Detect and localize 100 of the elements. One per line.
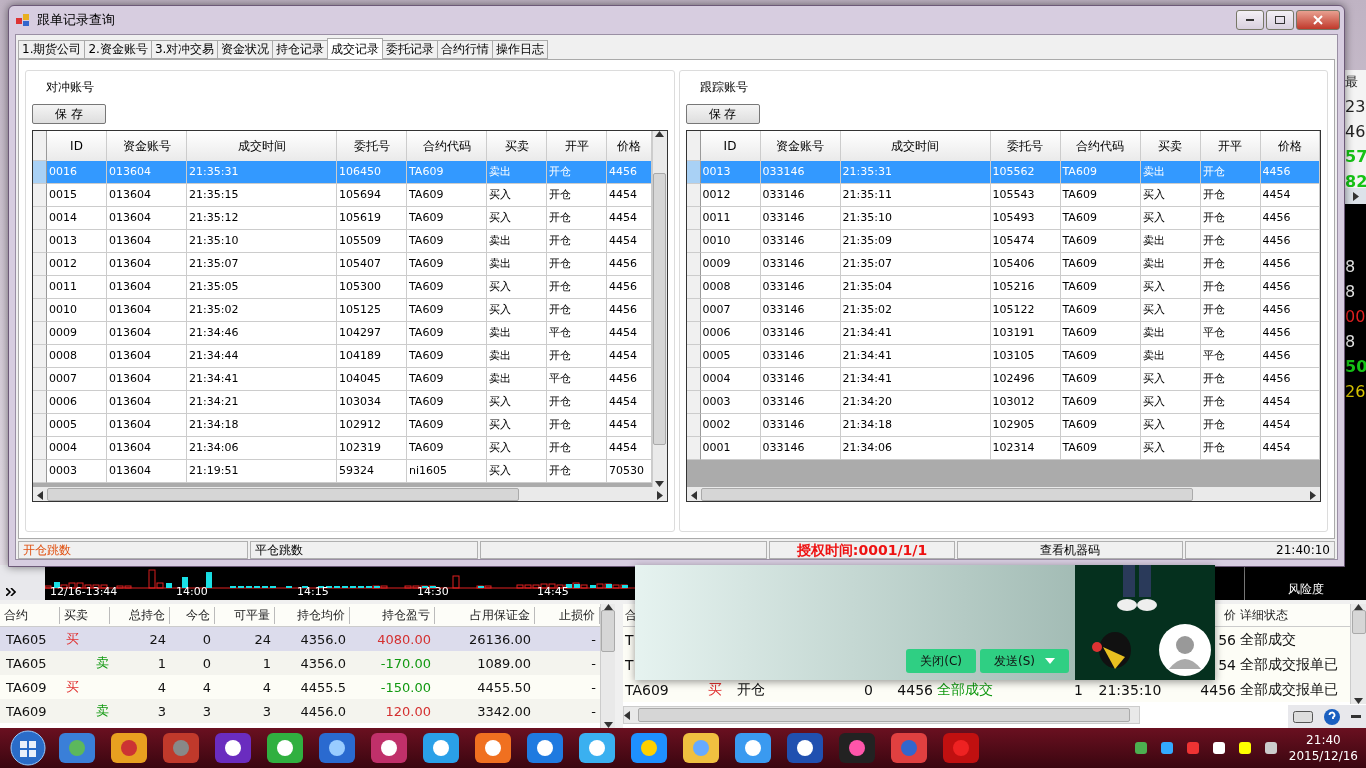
column-header[interactable]: 合约	[0, 606, 60, 624]
grid-row[interactable]: 0007 013604 21:34:41 104045 TA609 卖出 平仓 4456	[33, 368, 652, 391]
tray-icon[interactable]	[1236, 740, 1253, 756]
row-header[interactable]	[686, 368, 701, 391]
position-row[interactable]: TA605 买 24 0 24 4356.0 4080.00 26136.00 -	[0, 627, 600, 651]
grid-row[interactable]: 0012 013604 21:35:07 105407 TA609 卖出 开仓 4456	[33, 253, 652, 276]
grid-row[interactable]: 0010 033146 21:35:09 105474 TA609 卖出 开仓 4456	[686, 230, 1320, 253]
scroll-thumb[interactable]	[601, 610, 615, 652]
save-button[interactable]: 保 存	[685, 104, 760, 124]
column-header[interactable]: 价	[1222, 606, 1238, 624]
column-header[interactable]: 可平量	[215, 606, 275, 624]
scroll-right-icon[interactable]	[1352, 191, 1359, 201]
tab[interactable]: 合约行情	[437, 40, 494, 59]
scroll-left-icon[interactable]	[690, 490, 697, 500]
column-header[interactable]: 占用保证金	[435, 606, 535, 624]
group-label: 跟踪账号	[698, 79, 749, 96]
tab[interactable]: 持仓记录	[272, 40, 329, 59]
column-header[interactable]: 买卖	[60, 606, 110, 624]
close-button[interactable]: 关闭(C)	[906, 649, 976, 673]
tab[interactable]: 2.资金账号	[84, 40, 152, 59]
grid-row[interactable]: 0006 033146 21:34:41 103191 TA609 卖出 平仓 4456	[686, 322, 1320, 345]
grid-row[interactable]: 0013 013604 21:35:10 105509 TA609 卖出 开仓 4454	[33, 230, 652, 253]
row-header[interactable]	[686, 345, 701, 368]
grid-row[interactable]: 0008 013604 21:34:44 104189 TA609 卖出 开仓 4454	[33, 345, 652, 368]
row-header[interactable]	[686, 207, 701, 230]
close-button[interactable]	[1296, 10, 1340, 30]
expand-icon[interactable]	[6, 588, 16, 596]
column-header[interactable]: 合	[623, 606, 639, 624]
grid-row[interactable]: 0003 013604 21:19:51 59324 ni1605 买入 开仓 70530	[33, 460, 652, 483]
scroll-up-icon[interactable]	[655, 131, 664, 137]
grid-row[interactable]: 0014 013604 21:35:12 105619 TA609 买入 开仓 4454	[33, 207, 652, 230]
grid-row[interactable]: 0005 033146 21:34:41 103105 TA609 卖出 平仓 4456	[686, 345, 1320, 368]
keyboard-icon[interactable]	[1293, 710, 1313, 723]
grid-row[interactable]: 0003 033146 21:34:20 103012 TA609 买入 开仓 4454	[686, 391, 1320, 414]
vertical-scrollbar[interactable]	[600, 604, 615, 728]
tab[interactable]: 委托记录	[382, 40, 439, 59]
grid-row[interactable]: 0009 013604 21:34:46 104297 TA609 卖出 平仓 4454	[33, 322, 652, 345]
grid-row[interactable]: 0002 033146 21:34:18 102905 TA609 买入 开仓 4454	[686, 414, 1320, 437]
scroll-right-icon[interactable]	[656, 490, 663, 500]
scroll-thumb[interactable]	[1351, 610, 1366, 634]
column-header[interactable]: 详细状态	[1238, 606, 1290, 624]
scroll-thumb[interactable]	[700, 487, 1193, 501]
column-header[interactable]: 今仓	[170, 606, 215, 624]
grid-row[interactable]: 0010 013604 21:35:02 105125 TA609 买入 开仓 4456	[33, 299, 652, 322]
scroll-left-icon[interactable]	[37, 490, 43, 500]
grid-row[interactable]: 0011 033146 21:35:10 105493 TA609 买入 开仓 4456	[686, 207, 1320, 230]
tab[interactable]: 1.期货公司	[18, 40, 86, 59]
tab[interactable]: 操作日志	[492, 40, 549, 59]
app-icon	[15, 12, 31, 28]
row-header[interactable]	[686, 184, 701, 207]
tray-icon[interactable]	[1262, 740, 1279, 756]
maximize-button[interactable]	[1266, 10, 1294, 30]
column-header[interactable]: 持仓盈亏	[350, 606, 435, 624]
scroll-thumb[interactable]	[653, 173, 666, 445]
send-button[interactable]: 发送(S)	[980, 649, 1069, 673]
scroll-thumb[interactable]	[47, 487, 519, 501]
row-header[interactable]	[686, 276, 701, 299]
grid-row[interactable]: 0004 013604 21:34:06 102319 TA609 买入 开仓 4454	[33, 437, 652, 460]
position-row[interactable]: TA605 卖 1 0 1 4356.0 -170.00 1089.00 -	[0, 651, 600, 675]
row-header[interactable]	[686, 230, 701, 253]
scroll-left-icon[interactable]	[624, 710, 630, 720]
position-row[interactable]: TA609 卖 3 3 3 4456.0 120.00 3342.00 -	[0, 699, 600, 723]
column-header[interactable]: 持仓均价	[275, 606, 350, 624]
grid-row[interactable]: 0005 013604 21:34:18 102912 TA609 买入 开仓 4454	[33, 414, 652, 437]
tray-icon[interactable]	[1158, 740, 1175, 756]
row-header[interactable]	[686, 299, 701, 322]
scroll-thumb[interactable]	[638, 708, 1130, 722]
scroll-right-button[interactable]	[1345, 188, 1366, 204]
grid-row[interactable]: 0001 033146 21:34:06 102314 TA609 买入 开仓 4454	[686, 437, 1320, 460]
grid-row[interactable]: 0007 033146 21:35:02 105122 TA609 买入 开仓 4456	[686, 299, 1320, 322]
horizontal-scrollbar[interactable]	[33, 487, 667, 501]
grid-row[interactable]: 0009 033146 21:35:07 105406 TA609 卖出 开仓 4456	[686, 253, 1320, 276]
tab[interactable]: 资金状况	[217, 40, 274, 59]
machine-code-button[interactable]: 查看机器码	[957, 541, 1183, 559]
row-header[interactable]	[686, 437, 701, 460]
column-header[interactable]: 总持仓	[110, 606, 170, 624]
grid-row[interactable]: 0011 013604 21:35:05 105300 TA609 买入 开仓 4456	[33, 276, 652, 299]
row-header[interactable]	[686, 414, 701, 437]
tab[interactable]: 3.对冲交易	[150, 40, 219, 59]
position-row[interactable]: TA609 买 4 4 4 4455.5 -150.00 4455.50 -	[0, 675, 600, 699]
save-button[interactable]: 保 存	[32, 104, 106, 124]
horizontal-scrollbar[interactable]	[686, 487, 1320, 501]
grid-row[interactable]: 0012 033146 21:35:11 105543 TA609 买入 开仓 4454	[686, 184, 1320, 207]
minimize-icon[interactable]	[1351, 714, 1361, 719]
scroll-right-icon[interactable]	[1310, 490, 1316, 500]
grid-row[interactable]: 0008 033146 21:35:04 105216 TA609 买入 开仓 4456	[686, 276, 1320, 299]
vertical-scrollbar[interactable]	[1350, 604, 1366, 704]
row-header[interactable]	[686, 161, 701, 184]
row-header[interactable]	[686, 322, 701, 345]
minimize-button[interactable]	[1236, 10, 1264, 30]
help-icon[interactable]	[1323, 707, 1341, 726]
row-header[interactable]	[686, 253, 701, 276]
start-button[interactable]	[8, 729, 48, 767]
row-header[interactable]	[686, 391, 701, 414]
tab[interactable]: 成交记录	[327, 38, 384, 59]
grid-row[interactable]: 0004 033146 21:34:41 102496 TA609 买入 开仓 4456	[686, 368, 1320, 391]
grid-row[interactable]: 0006 013604 21:34:21 103034 TA609 买入 开仓 4454	[33, 391, 652, 414]
grid-row[interactable]: 0015 013604 21:35:15 105694 TA609 买入 开仓 4454	[33, 184, 652, 207]
tray-icon[interactable]	[1210, 740, 1227, 756]
horizontal-scrollbar[interactable]	[623, 706, 1140, 724]
